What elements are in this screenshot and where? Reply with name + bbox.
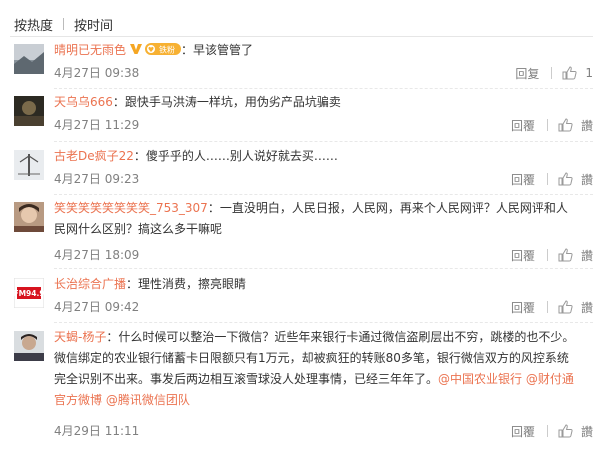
sort-by-hot[interactable]: 按热度 [14,15,53,34]
sort-bar: 按热度 按时间 [14,14,113,34]
avatar[interactable] [14,150,44,180]
comment-time: 4月27日 11:29 [54,118,140,132]
thumbs-up-icon [558,172,573,186]
comment-meta: 4月27日 18:09 回覆 讚 [54,246,593,264]
comment-author[interactable]: 古老De疯子22 [54,149,134,163]
avatar[interactable]: FM94.9 [14,278,44,308]
like-label: 讚 [580,300,593,315]
thumbs-up-icon [558,300,573,314]
comment-item: 古老De疯子22：傻乎乎的人……别人说好就去买…… 4月27日 09:23 回覆… [10,146,593,191]
comment-divider [54,322,593,323]
avatar[interactable] [14,96,44,126]
comment-item: FM94.9 长治综合广播：理性消费，擦亮眼睛 4月27日 09:42 回覆 讚 [10,274,593,319]
reply-button[interactable]: 回覆 [511,247,535,264]
comment-text: 民网什么区别？搞这么多干嘛呢 [54,222,223,236]
reply-button[interactable]: 回覆 [511,423,535,440]
reply-button[interactable]: 回覆 [511,299,535,316]
comment-text: 微信绑定的农业银行储蓄卡日限额只有1万元，却被疯狂的转账80多笔，银行微信双方的… [54,351,569,365]
action-separator [546,173,548,185]
comment-meta: 4月27日 09:38 回复 1 [54,64,593,82]
comment-item: 天蝎-杨子：什么时候可以整治一下微信？近些年来银行卡通过微信盗刷层出不穷，跳楼的… [10,327,593,445]
like-button[interactable]: 讚 [558,423,593,440]
comment-author[interactable]: 天蝎-杨子 [54,330,106,344]
reply-button[interactable]: 回覆 [511,117,535,134]
svg-text:♥: ♥ [148,46,154,54]
top-divider [10,36,593,37]
thumbs-up-icon [558,118,573,132]
thumbs-up-icon [562,66,577,80]
comment-time: 4月27日 09:42 [54,300,140,314]
avatar[interactable] [14,44,44,74]
comment-text: ：一直没明白，人民日报，人民网，再来个人民网评？人民网评和人 [207,201,568,215]
like-count: 1 [585,66,593,80]
mention-link[interactable]: @财付通 [526,372,574,386]
comment-item: 晴明已无雨色 ♥ 铁粉 ：早该管管了 4月27日 09:38 回复 1 [10,40,593,85]
verified-v-icon [129,42,143,56]
comment-time: 4月27日 09:23 [54,172,140,186]
comment-text: ：跟快手马洪涛一样坑，用伪劣产品坑骗卖 [112,95,341,109]
comment-time: 4月27日 18:09 [54,248,140,262]
avatar[interactable] [14,202,44,232]
thumbs-up-icon [558,424,573,438]
comment-meta: 4月29日 11:11 回覆 讚 [54,422,593,440]
sort-separator [63,18,65,30]
comment-divider [54,268,593,269]
svg-text:FM94.9: FM94.9 [14,289,44,298]
comment-text: ：早该管管了 [181,43,254,57]
comment-author[interactable]: 晴明已无雨色 [54,43,126,57]
comment-author[interactable]: 笑笑笑笑笑笑笑笑_753_307 [54,201,208,215]
svg-text:铁粉: 铁粉 [159,45,175,55]
action-separator [551,67,553,79]
comment-author[interactable]: 长治综合广播 [54,277,126,291]
comment-time: 4月27日 09:38 [54,66,140,80]
comment-divider [54,88,593,89]
action-separator [546,301,548,313]
comment-text: ：理性消费，擦亮眼睛 [126,277,247,291]
action-separator [546,249,548,261]
comment-item: 天乌乌666：跟快手马洪涛一样坑，用伪劣产品坑骗卖 4月27日 11:29 回覆… [10,92,593,137]
like-label: 讚 [580,172,593,187]
mention-link[interactable]: 官方微博 [54,393,102,407]
avatar[interactable] [14,331,44,361]
comment-text: ：什么时候可以整治一下微信？近些年来银行卡通过微信盗刷层出不穷，跳楼的也不少。 [106,330,575,344]
comment-time: 4月29日 11:11 [54,424,140,438]
like-label: 讚 [580,424,593,439]
comment-divider [54,194,593,195]
comment-item: 笑笑笑笑笑笑笑笑_753_307：一直没明白，人民日报，人民网，再来个人民网评？… [10,198,593,264]
like-button[interactable]: 讚 [558,299,593,316]
sort-by-time[interactable]: 按时间 [74,15,113,34]
action-separator [546,425,548,437]
reply-button[interactable]: 回复 [515,65,539,82]
reply-button[interactable]: 回覆 [511,171,535,188]
comment-author[interactable]: 天乌乌666 [54,95,113,109]
like-button[interactable]: 1 [562,66,593,80]
like-button[interactable]: 讚 [558,117,593,134]
comment-text: 完全识别不出来。事发后两边相互滚雪球没人处理事情，已经三年年了。 [54,372,439,386]
like-label: 讚 [580,118,593,133]
comment-meta: 4月27日 09:23 回覆 讚 [54,170,593,188]
comment-divider [54,141,593,142]
mention-link[interactable]: @腾讯微信团队 [106,393,190,407]
like-button[interactable]: 讚 [558,171,593,188]
like-button[interactable]: 讚 [558,247,593,264]
fan-badge-icon: ♥ 铁粉 [145,42,182,56]
thumbs-up-icon [558,248,573,262]
comment-text: ：傻乎乎的人……别人说好就去买…… [133,149,338,163]
comment-meta: 4月27日 11:29 回覆 讚 [54,116,593,134]
like-label: 讚 [580,248,593,263]
mention-link[interactable]: @中国农业银行 [438,372,522,386]
comment-meta: 4月27日 09:42 回覆 讚 [54,298,593,316]
action-separator [546,119,548,131]
